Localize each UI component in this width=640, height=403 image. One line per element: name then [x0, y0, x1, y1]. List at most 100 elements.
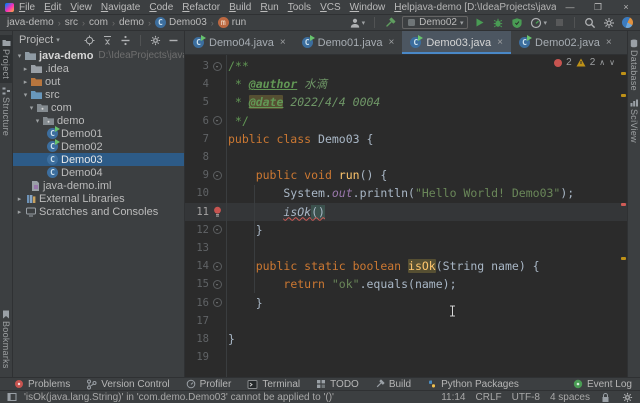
line-number[interactable]: 18: [185, 333, 209, 345]
tool-stripe-structure[interactable]: Structure: [0, 83, 13, 140]
line-number[interactable]: 6: [185, 115, 209, 127]
menu-code[interactable]: Code: [149, 2, 173, 13]
fold-marker-icon[interactable]: -: [209, 298, 225, 308]
menu-file[interactable]: File: [19, 2, 35, 13]
tree-item-idea[interactable]: ▸ .idea: [13, 62, 184, 75]
search-button[interactable]: [583, 17, 597, 29]
inspections-widget[interactable]: 2 2 ∧ ∨: [554, 57, 615, 68]
chevron-expanded-icon[interactable]: ▾: [21, 91, 30, 99]
line-ending[interactable]: CRLF: [476, 392, 502, 403]
chevron-collapsed-icon[interactable]: ▸: [21, 78, 30, 86]
close-tab-icon[interactable]: ×: [606, 37, 612, 48]
line-number[interactable]: 11: [185, 206, 209, 218]
line-number[interactable]: 13: [185, 242, 209, 254]
code-editor[interactable]: 3-/** 4 * @author 水滴 5 * @date 2022/4/4 00…: [185, 55, 627, 377]
previous-error-icon[interactable]: ∧: [599, 58, 605, 67]
close-button[interactable]: ×: [612, 0, 640, 15]
menu-help[interactable]: Help: [394, 2, 415, 13]
tab-demo01-java[interactable]: C Demo01.java ×: [294, 31, 403, 54]
menu-refactor[interactable]: Refactor: [182, 2, 220, 13]
error-stripe-mark[interactable]: [621, 94, 626, 97]
project-view-title[interactable]: Project: [19, 34, 53, 46]
line-number[interactable]: 7: [185, 133, 209, 145]
breadcrumb-run[interactable]: m run: [217, 17, 246, 28]
menu-view[interactable]: View: [70, 2, 92, 13]
tree-item-src[interactable]: ▾ src: [13, 88, 184, 101]
breadcrumb-demo03[interactable]: C Demo03: [154, 17, 207, 28]
settings-button[interactable]: [602, 17, 616, 29]
menu-window[interactable]: Window: [350, 2, 386, 13]
file-encoding[interactable]: UTF-8: [512, 392, 540, 403]
error-stripe-mark[interactable]: [621, 203, 626, 206]
fold-marker-icon[interactable]: -: [209, 225, 225, 235]
fold-marker-icon[interactable]: -: [209, 170, 225, 180]
tool-stripe-project[interactable]: Project: [0, 35, 13, 84]
toolwindow-toggle-button[interactable]: [6, 392, 18, 402]
tree-item-java-demo-iml[interactable]: java-demo.iml: [13, 179, 184, 192]
menu-build[interactable]: Build: [229, 2, 251, 13]
chevron-collapsed-icon[interactable]: ▸: [15, 195, 24, 203]
line-number[interactable]: 15: [185, 278, 209, 290]
line-number[interactable]: 3: [185, 60, 209, 72]
toolwindow-button-todo[interactable]: TODO: [316, 379, 359, 390]
ide-sphere-button[interactable]: [621, 17, 634, 28]
error-stripe-mark[interactable]: [621, 72, 626, 75]
gear-button[interactable]: [149, 35, 162, 46]
line-number[interactable]: 5: [185, 96, 209, 108]
user-menu-button[interactable]: ▾: [348, 17, 367, 29]
maximize-button[interactable]: ❐: [584, 0, 612, 15]
tool-stripe-sciview[interactable]: SciView: [628, 95, 640, 147]
tab-demo04-java[interactable]: C Demo04.java ×: [185, 31, 294, 54]
indent-setting[interactable]: 4 spaces: [550, 392, 590, 403]
run-configuration-selector[interactable]: Demo02 ▾: [402, 16, 469, 29]
fold-marker-icon[interactable]: -: [209, 116, 225, 126]
locate-button[interactable]: [83, 35, 96, 46]
line-number[interactable]: 10: [185, 187, 209, 199]
menu-tools[interactable]: Tools: [288, 2, 311, 13]
breadcrumb-java-demo[interactable]: java-demo: [7, 17, 54, 28]
breadcrumb-demo[interactable]: demo: [119, 17, 144, 28]
tab-demo03-java[interactable]: C Demo03.java ×: [402, 31, 512, 54]
chevron-expanded-icon[interactable]: ▾: [15, 52, 24, 60]
breadcrumb-com[interactable]: com: [89, 17, 108, 28]
tree-item-demo02[interactable]: C Demo02: [13, 139, 184, 153]
tree-item-scratches-and-consoles[interactable]: ▸ Scratches and Consoles: [13, 205, 184, 218]
line-number[interactable]: 4: [185, 78, 209, 90]
fold-marker-icon[interactable]: -: [209, 61, 225, 71]
tree-item-java-demo[interactable]: ▾ java-demo D:\IdeaProjects\java-demo: [13, 49, 184, 62]
coverage-button[interactable]: [510, 17, 524, 29]
close-tab-icon[interactable]: ×: [389, 37, 395, 48]
tree-item-demo04[interactable]: C Demo04: [13, 166, 184, 179]
chevron-expanded-icon[interactable]: ▾: [33, 117, 42, 125]
error-bulb-icon[interactable]: [209, 206, 225, 218]
menu-run[interactable]: Run: [260, 2, 278, 13]
minimize-button[interactable]: —: [556, 0, 584, 15]
caret-position[interactable]: 11:14: [441, 392, 465, 403]
line-number[interactable]: 12: [185, 224, 209, 236]
tool-stripe-database[interactable]: Database: [628, 35, 640, 95]
fold-marker-icon[interactable]: -: [209, 261, 225, 271]
breadcrumb-src[interactable]: src: [65, 17, 78, 28]
toolwindow-button-version-control[interactable]: Version Control: [86, 379, 170, 390]
toolwindow-button-terminal[interactable]: Terminal: [247, 379, 300, 390]
debug-button[interactable]: [491, 17, 505, 29]
expand-all-button[interactable]: [101, 35, 114, 46]
chevron-collapsed-icon[interactable]: ▸: [15, 208, 24, 216]
chevron-expanded-icon[interactable]: ▾: [27, 104, 36, 112]
tree-item-out[interactable]: ▸ out: [13, 75, 184, 88]
hide-button[interactable]: [167, 35, 180, 46]
error-stripe-mark[interactable]: [621, 257, 626, 260]
menu-vcs[interactable]: VCS: [320, 2, 341, 13]
line-number[interactable]: 19: [185, 351, 209, 363]
toolwindow-button-problems[interactable]: Problems: [14, 379, 70, 390]
tree-item-com[interactable]: ▾ com: [13, 101, 184, 114]
tab-demo02-java[interactable]: C Demo02.java ×: [511, 31, 620, 54]
toolwindow-button-build[interactable]: Build: [375, 379, 411, 390]
build-project-button[interactable]: [383, 17, 397, 29]
tree-item-demo03[interactable]: C Demo03: [13, 153, 184, 166]
line-number[interactable]: 14: [185, 260, 209, 272]
line-number[interactable]: 8: [185, 151, 209, 163]
line-number[interactable]: 16: [185, 297, 209, 309]
tool-stripe-bookmarks[interactable]: Bookmarks: [0, 306, 13, 373]
close-tab-icon[interactable]: ×: [280, 37, 286, 48]
